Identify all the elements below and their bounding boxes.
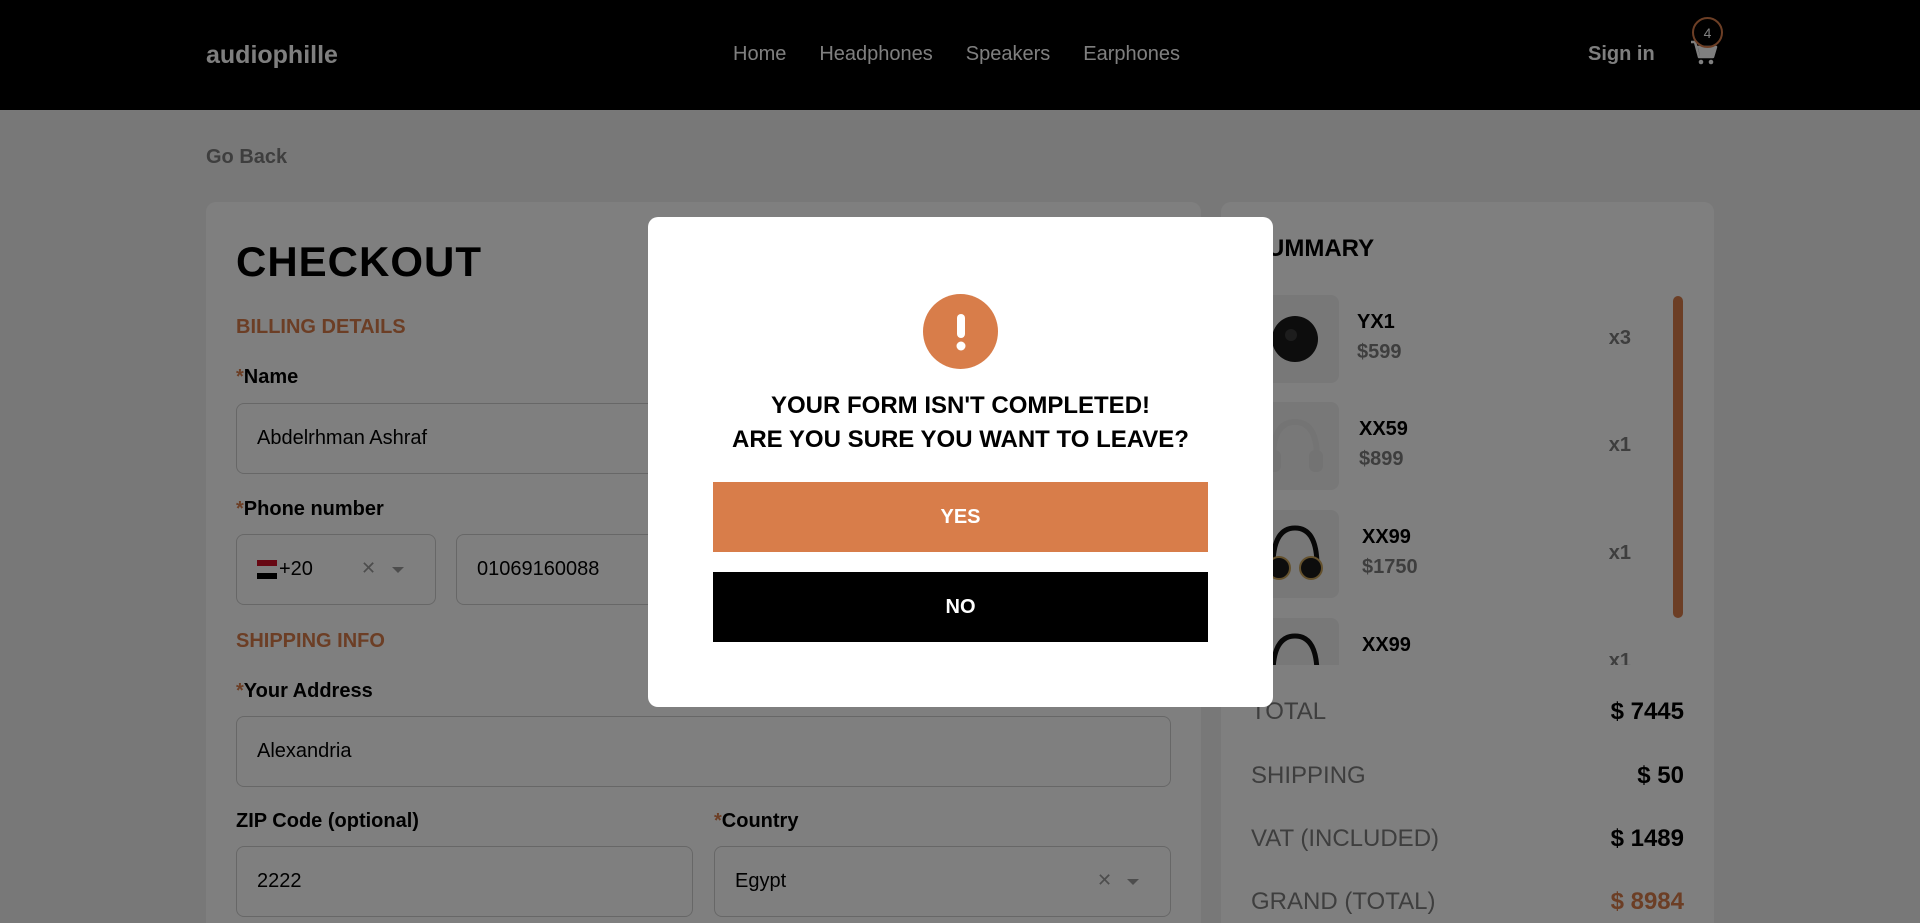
no-button[interactable]: NO [713, 572, 1208, 642]
modal-message-line-1: YOUR FORM ISN'T COMPLETED! [770, 392, 1151, 419]
exclamation-icon [923, 294, 998, 369]
modal-message-line-2: ARE YOU SURE YOU WANT TO LEAVE? [732, 426, 1189, 453]
leave-confirmation-modal: YOUR FORM ISN'T COMPLETED! ARE YOU SURE … [648, 217, 1273, 707]
yes-button[interactable]: YES [713, 482, 1208, 552]
